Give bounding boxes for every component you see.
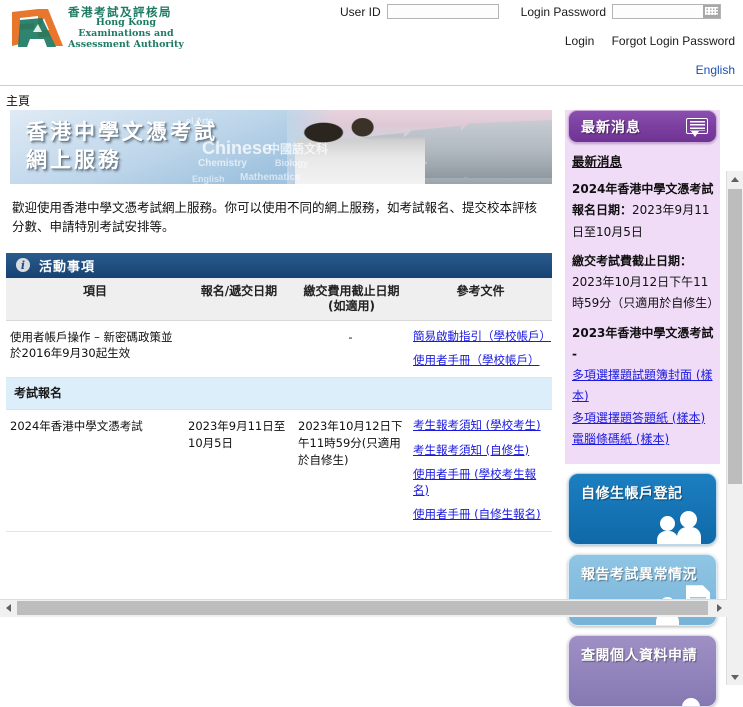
- banner-title-line1: 香港中學文憑考試: [26, 120, 218, 144]
- activity-section-header: i 活動事項: [6, 252, 552, 278]
- news-panel-title: 最新消息: [581, 119, 641, 136]
- cell-item: 2024年香港中學文憑考試: [6, 409, 184, 532]
- news-panel-header: 最新消息: [568, 110, 717, 143]
- page-header: 香港考試及評核局 Hong Kong Examinations and Asse…: [0, 0, 743, 86]
- page-body: 主頁 Chinese al Arts Chemistry Biology Mat…: [0, 86, 743, 707]
- main-content-column: Chinese al Arts Chemistry Biology Mathem…: [0, 110, 560, 617]
- hkeaa-logo[interactable]: 香港考試及評核局 Hong Kong Examinations and Asse…: [8, 6, 184, 50]
- column-header-fee-line2: (如適用): [328, 298, 375, 313]
- login-action-links: Login Forgot Login Password: [551, 34, 735, 48]
- column-header-date: 報名/遞交日期: [184, 277, 294, 321]
- sidebar: 最新消息 最新消息 2024年香港中學文憑考試報名日期：2023年9月11日至1…: [560, 110, 720, 707]
- table-row: 2024年香港中學文憑考試 2023年9月11日至10月5日 2023年10月1…: [6, 409, 552, 532]
- column-header-document: 參考文件: [409, 277, 552, 321]
- forgot-password-link[interactable]: Forgot Login Password: [612, 34, 735, 48]
- language-english-link[interactable]: English: [696, 63, 735, 77]
- horizontal-scrollbar[interactable]: [0, 599, 727, 617]
- virtual-keyboard-icon[interactable]: [703, 5, 721, 18]
- document-link[interactable]: 簡易啟動指引（學校帳戶）: [413, 329, 551, 345]
- speech-bubble-icon: [686, 118, 708, 137]
- breadcrumb: 主頁: [6, 94, 31, 108]
- arrow-right-icon: [716, 604, 722, 612]
- horizontal-scrollbar-thumb[interactable]: [17, 601, 708, 615]
- table-group-row: 考試報名: [6, 377, 552, 411]
- login-password-input[interactable]: [613, 5, 704, 18]
- user-id-label: User ID: [340, 4, 381, 19]
- password-field-wrapper: [612, 4, 722, 19]
- info-icon: i: [16, 258, 30, 273]
- news-sample-link[interactable]: 多項選擇題答題紙 (樣本): [572, 411, 705, 425]
- document-link[interactable]: 使用者手冊 (自修生報名): [413, 507, 546, 523]
- group-row-label: 考試報名: [6, 377, 552, 411]
- service-button-label: 自修生帳戶登記: [581, 486, 683, 503]
- arrow-left-icon: [5, 604, 11, 612]
- news-item-detail: 2023年10月12日下午11時59分（只適用於自修生）: [572, 275, 720, 311]
- login-button[interactable]: Login: [565, 34, 594, 48]
- person-icon: [682, 698, 700, 707]
- scrollbar-corner: [727, 600, 743, 617]
- login-form: User ID Login Password: [340, 4, 722, 19]
- scroll-up-button[interactable]: [727, 171, 743, 187]
- cell-item: 使用者帳戶操作 – 新密碼政策並於2016年9月30起生效: [6, 320, 184, 378]
- service-button-personal-data-access[interactable]: 查閱個人資料申請: [568, 635, 717, 707]
- news-item-title: 繳交考試費截止日期：: [572, 253, 693, 268]
- news-item: 2023年香港中學文憑考試 - 多項選擇題試題簿封面 (樣本) 多項選擇題答題紙…: [572, 321, 714, 449]
- column-header-fee: 繳交費用截止日期 (如適用): [294, 277, 409, 321]
- banner-word-english: English: [192, 174, 225, 184]
- content-wrapper: Chinese al Arts Chemistry Biology Mathem…: [0, 110, 743, 707]
- banner-title: 香港中學文憑考試 網上服務: [26, 118, 218, 175]
- activity-section-title: 活動事項: [39, 259, 96, 275]
- news-panel: 最新消息 最新消息 2024年香港中學文憑考試報名日期：2023年9月11日至1…: [565, 110, 720, 465]
- cell-fee: -: [294, 320, 409, 378]
- news-top-link[interactable]: 最新消息: [572, 151, 714, 170]
- scroll-down-button[interactable]: [727, 669, 743, 685]
- scroll-left-button[interactable]: [0, 600, 16, 616]
- logo-english-line3: Assessment Authority: [68, 38, 184, 50]
- banner-title-line2: 網上服務: [26, 148, 122, 173]
- two-people-icon: [657, 510, 708, 545]
- news-sample-link[interactable]: 電腦條碼紙 (樣本): [572, 432, 669, 446]
- login-password-label: Login Password: [520, 4, 607, 19]
- cell-date: 2023年9月11日至10月5日: [184, 409, 294, 532]
- language-switcher: English: [696, 63, 735, 77]
- document-link[interactable]: 考生報考須知 (學校考生): [413, 418, 546, 434]
- cell-documents: 考生報考須知 (學校考生) 考生報考須知 (自修生) 使用者手冊 (學校考生報名…: [409, 409, 552, 532]
- hkeaa-logo-text: 香港考試及評核局 Hong Kong Examinations and Asse…: [68, 6, 184, 50]
- news-item: 2024年香港中學文憑考試報名日期：2023年9月11日至10月5日: [572, 177, 714, 241]
- news-item-title: 2023年香港中學文憑考試 -: [572, 325, 714, 361]
- document-link[interactable]: 使用者手冊 (學校考生報名): [413, 467, 546, 498]
- banner-photo: [287, 110, 552, 184]
- user-id-input[interactable]: [386, 4, 499, 19]
- service-button-self-study-registration[interactable]: 自修生帳戶登記: [568, 473, 717, 546]
- news-item: 繳交考試費截止日期： 2023年10月12日下午11時59分（只適用於自修生）: [572, 249, 719, 313]
- document-link[interactable]: 考生報考須知 (自修生): [413, 443, 546, 459]
- hero-banner: Chinese al Arts Chemistry Biology Mathem…: [10, 110, 552, 184]
- arrow-down-icon: [731, 674, 739, 680]
- news-sample-link[interactable]: 多項選擇題試題簿封面 (樣本): [572, 368, 713, 403]
- scroll-right-button[interactable]: [711, 600, 727, 616]
- hkeaa-logo-icon: [8, 6, 64, 50]
- cell-date: [184, 320, 294, 378]
- service-button-label: 報告考試異常情況: [581, 567, 697, 584]
- cell-documents: 簡易啟動指引（學校帳戶） 使用者手冊（學校帳戶）: [409, 320, 552, 378]
- table-row: 使用者帳戶操作 – 新密碼政策並於2016年9月30起生效 - 簡易啟動指引（學…: [6, 320, 552, 378]
- vertical-scrollbar-thumb[interactable]: [728, 189, 742, 484]
- document-link[interactable]: 使用者手冊（學校帳戶）: [413, 353, 546, 369]
- arrow-up-icon: [731, 176, 739, 182]
- table-header-row: 項目 報名/遞交日期 繳交費用截止日期 (如適用) 參考文件: [6, 277, 552, 321]
- news-panel-body: 最新消息 2024年香港中學文憑考試報名日期：2023年9月11日至10月5日 …: [565, 143, 720, 448]
- column-header-fee-line1: 繳交費用截止日期: [303, 283, 400, 298]
- activity-table: 項目 報名/遞交日期 繳交費用截止日期 (如適用) 參考文件 使用者帳戶操作 –…: [6, 277, 552, 532]
- service-button-label: 查閱個人資料申請: [581, 648, 697, 665]
- column-header-item: 項目: [6, 277, 184, 321]
- cell-fee: 2023年10月12日下午11時59分(只適用於自修生): [294, 409, 409, 532]
- welcome-text: 歡迎使用香港中學文憑考試網上服務。你可以使用不同的網上服務，如考試報名、提交校本…: [12, 200, 538, 235]
